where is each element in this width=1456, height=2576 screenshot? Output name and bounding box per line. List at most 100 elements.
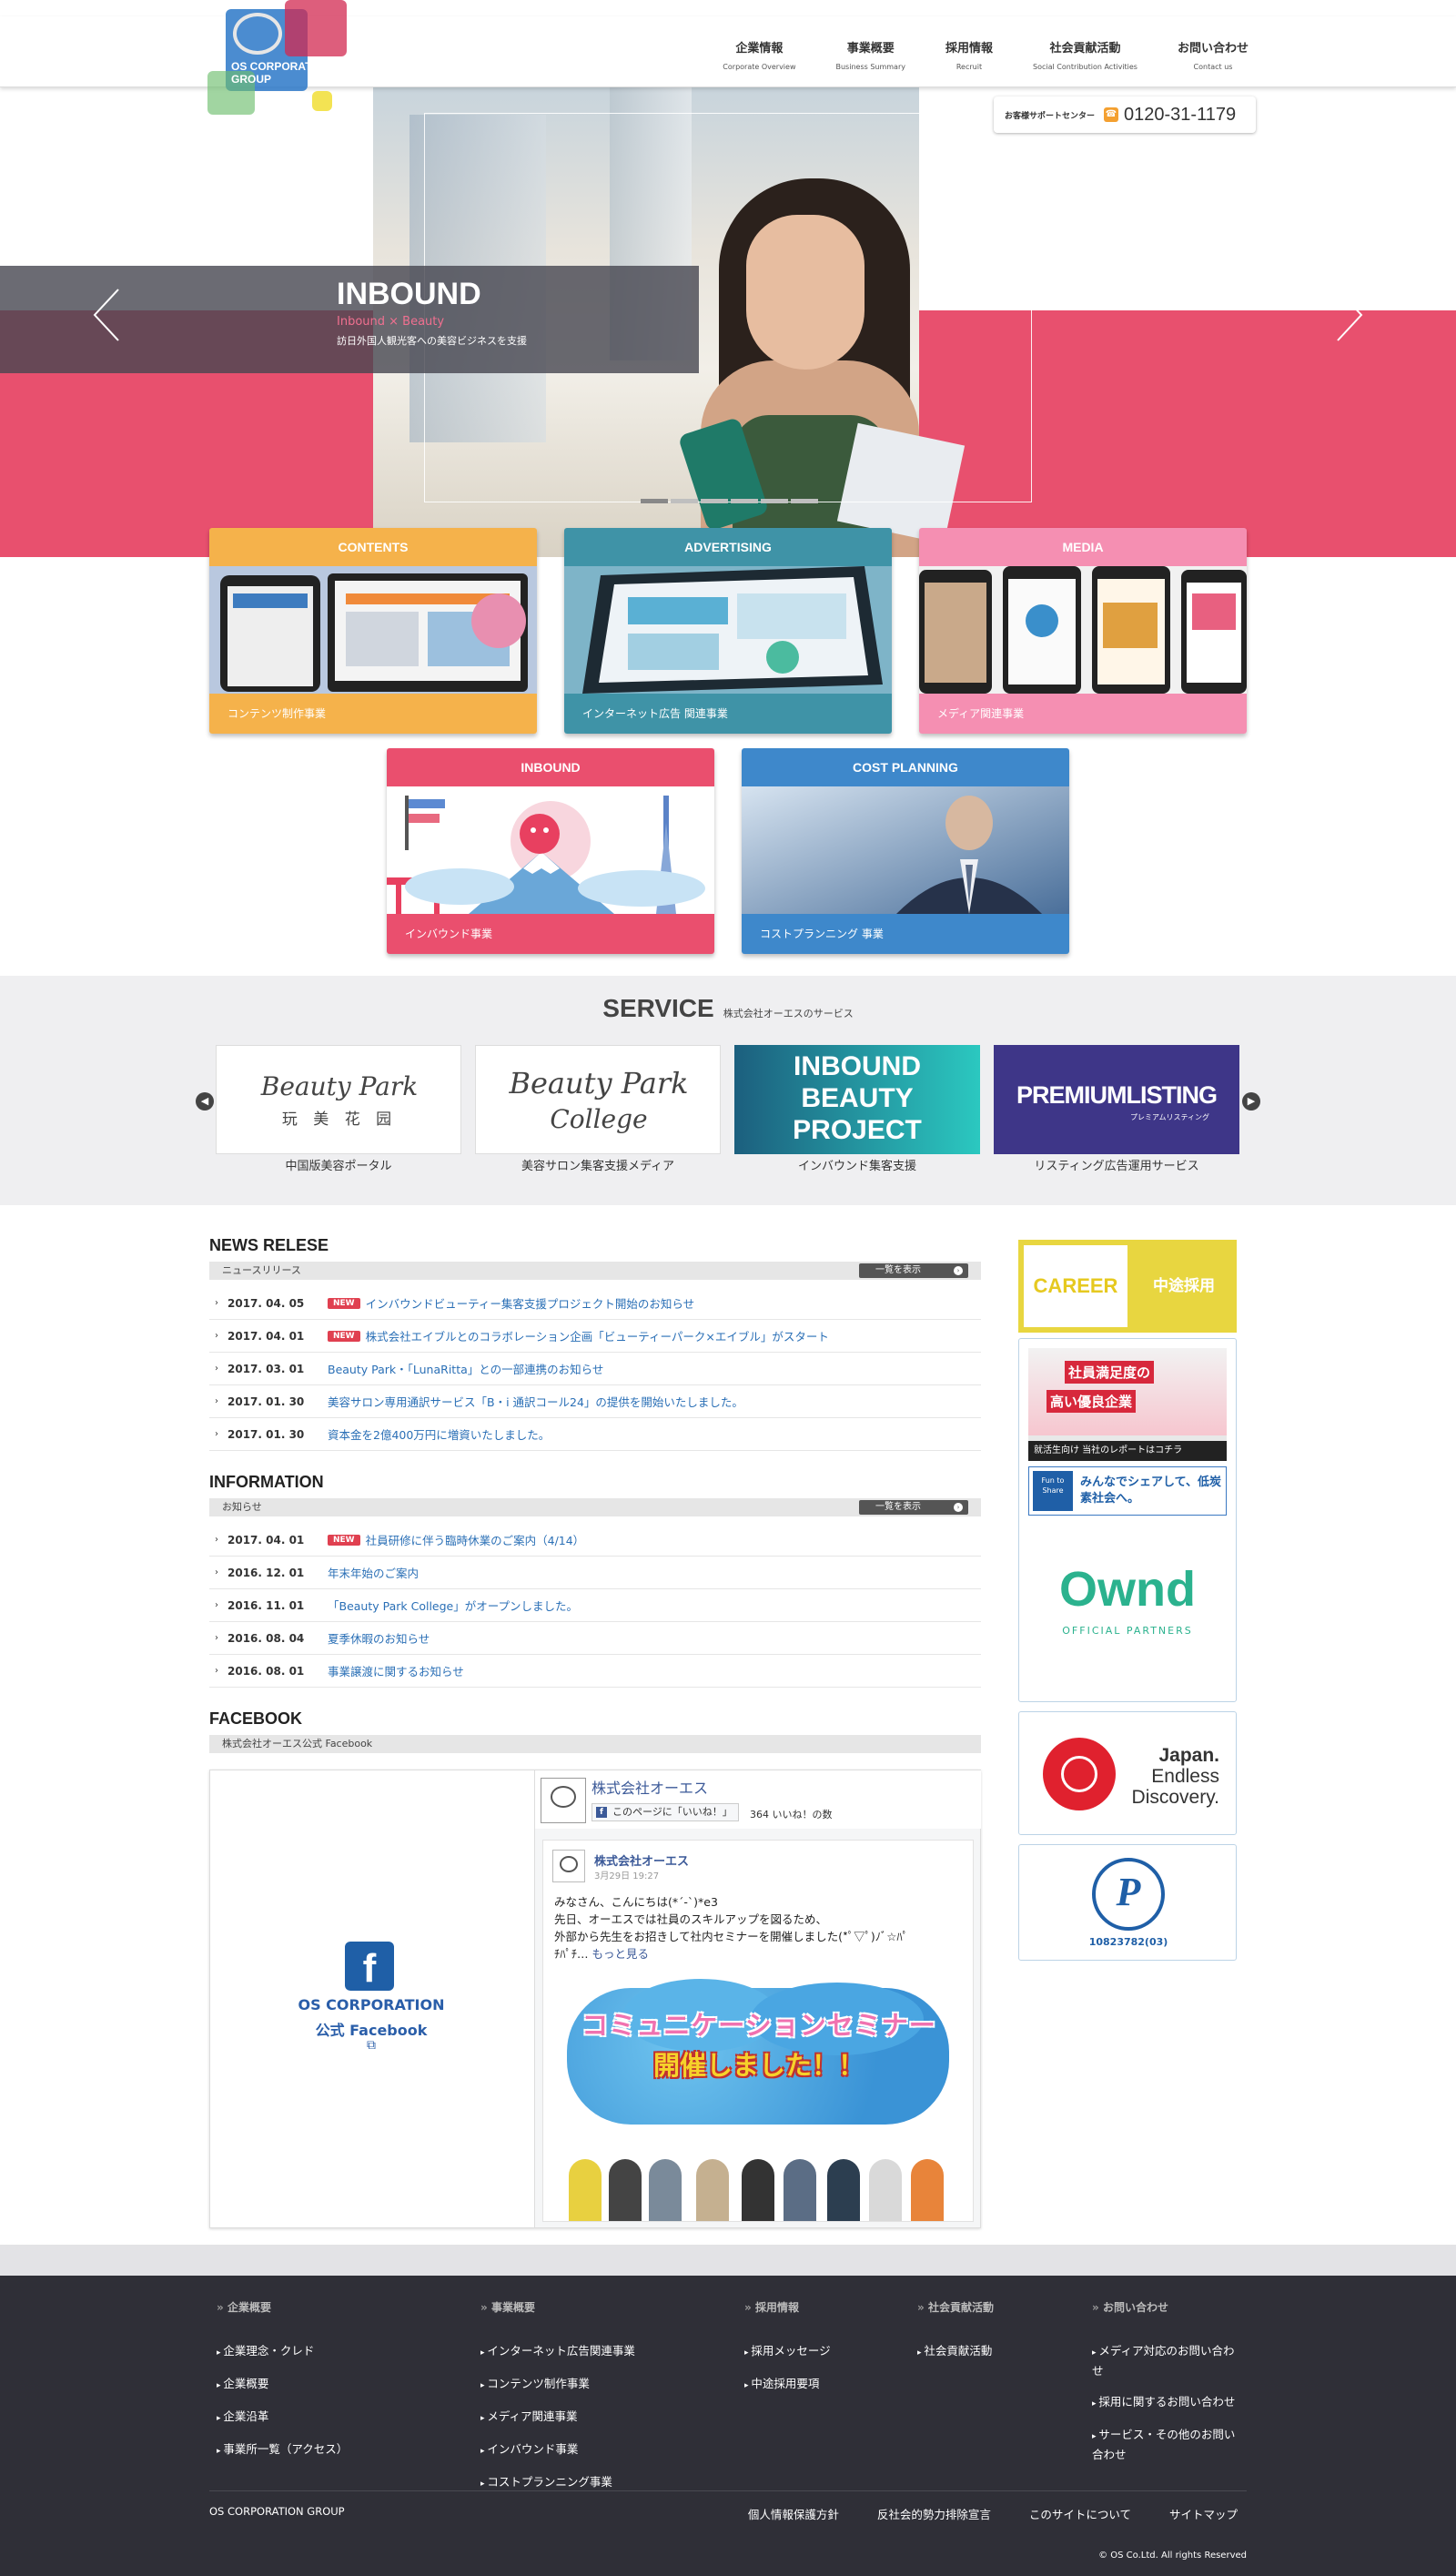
footer-heading[interactable]: 事業概要 (480, 2299, 635, 2315)
service-logo: Beauty Park (509, 1066, 689, 1100)
info-item[interactable]: › 2016. 11. 01 「Beauty Park College」がオープンし… (209, 1589, 981, 1622)
news-title[interactable]: Beauty Park・「LunaRitta」との一部連携のお知らせ (328, 1360, 603, 1377)
company-logo[interactable]: OS CORPORATION GROUP (207, 0, 347, 117)
business-card-inbound[interactable]: INBOUND インバウンド事業 (387, 748, 714, 954)
business-card-media[interactable]: MEDIA メディア関連事業 (919, 528, 1247, 734)
info-title[interactable]: 事業譲渡に関するお知らせ (328, 1662, 464, 1679)
news-item[interactable]: › 2017. 04. 05 NEW インバウンドビューティー集客支援プロジェクト開始… (209, 1287, 981, 1320)
see-more-link[interactable]: もっと見る (592, 1947, 650, 1961)
chevron-right-icon: › (215, 1600, 218, 1610)
footer-link[interactable]: 採用メッセージ (744, 2342, 830, 2362)
facebook-link-panel[interactable]: f OS CORPORATION 公式 Facebook ⧉ (210, 1770, 532, 2227)
news-item[interactable]: › 2017. 03. 01 Beauty Park・「LunaRitta」との一部… (209, 1353, 981, 1385)
service-item-inbound-beauty[interactable]: INBOUND BEAUTY PROJECT (734, 1045, 980, 1154)
service-item-college[interactable]: Beauty Park College (475, 1045, 721, 1154)
career-label-jp: 中途採用 (1153, 1277, 1215, 1295)
slider-prev-icon[interactable] (93, 288, 120, 342)
nav-sublabel: Social Contribution Activities (1033, 63, 1138, 71)
info-item[interactable]: › 2016. 08. 04 夏季休暇のお知らせ (209, 1622, 981, 1655)
logo-ring-icon (233, 13, 282, 55)
footer-bottom-link[interactable]: 個人情報保護方針 (748, 2505, 839, 2522)
info-item[interactable]: › 2016. 12. 01 年末年始のご案内 (209, 1557, 981, 1589)
news-title[interactable]: 美容サロン専用通訳サービス「B・i 通訳コール24」の提供を開始いたしました。 (328, 1393, 743, 1410)
satisfaction-banner[interactable]: 社員満足度の 高い優良企業 就活生向け 当社のレポートはコチラ (1028, 1348, 1227, 1461)
footer-link[interactable]: インターネット広告関連事業 (480, 2342, 635, 2362)
footer-heading[interactable]: お問い合わせ (1092, 2299, 1238, 2315)
footer-heading[interactable]: 社会貢献活動 (917, 2299, 994, 2315)
news-item[interactable]: › 2017. 04. 01 NEW 株式会社エイブルとのコラボレーション企画「ビュー… (209, 1320, 981, 1353)
footer-link[interactable]: 採用に関するお問い合わせ (1092, 2393, 1238, 2413)
service-item-premium-listing[interactable]: PREMIUMLISTING プレミアムリスティング (994, 1045, 1239, 1154)
slider-dot[interactable] (731, 499, 758, 503)
ownd-banner[interactable]: Ownd OFFICIAL PARTNERS (1028, 1525, 1227, 1694)
news-item[interactable]: › 2017. 01. 30 資本金を2億400万円に増資いたしました。 (209, 1418, 981, 1451)
support-center-badge[interactable]: お客様サポートセンター ☎ 0120-31-1179 (994, 96, 1256, 133)
service-prev-icon[interactable]: ◀ (196, 1092, 214, 1111)
info-title[interactable]: 「Beauty Park College」がオープンしました。 (328, 1597, 578, 1614)
footer-link[interactable]: 事業所一覧（アクセス） (217, 2440, 348, 2460)
news-more-button[interactable]: 一覧を表示 › (859, 1263, 968, 1278)
chevron-right-icon: › (215, 1535, 218, 1545)
like-page-button[interactable]: f このページに「いいね！」 (592, 1803, 739, 1821)
slider-dot[interactable] (791, 499, 818, 503)
footer-link[interactable]: 企業沿革 (217, 2408, 348, 2428)
footer-link[interactable]: コンテンツ制作事業 (480, 2375, 635, 2395)
information-more-button[interactable]: 一覧を表示 › (859, 1500, 968, 1515)
footer-link[interactable]: サービス・その他のお問い合わせ (1092, 2426, 1238, 2464)
page-name[interactable]: 株式会社オーエス (592, 1776, 708, 1798)
news-item[interactable]: › 2017. 01. 30 美容サロン専用通訳サービス「B・i 通訳コール24」の… (209, 1385, 981, 1418)
info-item[interactable]: › 2016. 08. 01 事業譲渡に関するお知らせ (209, 1655, 981, 1688)
news-title[interactable]: インバウンドビューティー集客支援プロジェクト開始のお知らせ (366, 1294, 695, 1312)
nav-social[interactable]: 社会貢献活動 Social Contribution Activities (1033, 38, 1138, 71)
nav-contact[interactable]: お問い合わせ Contact us (1178, 38, 1249, 71)
footer-link[interactable]: 中途採用要項 (744, 2375, 831, 2395)
ownd-sub: OFFICIAL PARTNERS (1062, 1625, 1193, 1637)
footer-bottom-link[interactable]: 反社会的勢力排除宣言 (877, 2505, 991, 2522)
person (609, 2159, 642, 2221)
info-item[interactable]: › 2017. 04. 01 NEW 社員研修に伴う臨時休業のご案内（4/14） (209, 1524, 981, 1557)
slider-dot[interactable] (761, 499, 788, 503)
business-card-cost-planning[interactable]: COST PLANNING コストプランニング 事業 (742, 748, 1069, 954)
post-avatar[interactable] (552, 1850, 585, 1882)
japan-banner[interactable]: Japan. Endless Discovery. (1018, 1711, 1237, 1835)
post-author[interactable]: 株式会社オーエス (594, 1851, 689, 1869)
footer-link[interactable]: 企業理念・クレド (217, 2342, 348, 2362)
info-title[interactable]: 夏季休暇のお知らせ (328, 1629, 430, 1647)
nav-corporate[interactable]: 企業情報 Corporate Overview (723, 38, 795, 71)
footer-column: 社会貢献活動 社会貢献活動 (917, 2299, 994, 2375)
nav-business[interactable]: 事業概要 Business Summary (836, 38, 905, 71)
footer-heading[interactable]: 企業概要 (217, 2299, 348, 2315)
footer-link[interactable]: 社会貢献活動 (917, 2342, 994, 2362)
information-subheading: お知らせ (222, 1501, 262, 1513)
info-title[interactable]: 社員研修に伴う臨時休業のご案内（4/14） (366, 1531, 585, 1548)
post-date[interactable]: 3月29日 19:27 (594, 1868, 659, 1881)
news-title[interactable]: 株式会社エイブルとのコラボレーション企画「ビューティーパーク×エイブル」がスター… (366, 1327, 829, 1344)
footer-link[interactable]: メディア対応のお問い合わせ (1092, 2342, 1238, 2380)
slider-dot[interactable] (671, 499, 698, 503)
service-next-icon[interactable]: ▶ (1242, 1092, 1260, 1111)
hero-title: INBOUND (337, 277, 481, 311)
nav-recruit[interactable]: 採用情報 Recruit (945, 38, 993, 71)
service-item-beautypark[interactable]: Beauty Park 玩 美 花 园 (216, 1045, 461, 1154)
business-card-advertising[interactable]: ADVERTISING インターネット広告 関連事業 (564, 528, 892, 734)
career-banner[interactable]: CAREER 中途採用 (1018, 1240, 1237, 1333)
card-caption: コストプランニング 事業 (742, 914, 1069, 954)
footer-link[interactable]: インバウンド事業 (480, 2440, 635, 2460)
footer-link[interactable]: メディア関連事業 (480, 2408, 635, 2428)
business-card-contents[interactable]: CONTENTS コンテンツ制作事業 (209, 528, 537, 734)
footer-link[interactable]: 企業概要 (217, 2375, 348, 2395)
slider-dot[interactable] (701, 499, 728, 503)
card-caption: インターネット広告 関連事業 (564, 694, 892, 734)
slider-dot[interactable] (641, 499, 668, 503)
post-image[interactable]: コミュニケーションセミナー 開催しました！！ (551, 1979, 967, 2221)
slider-next-icon[interactable] (1336, 288, 1363, 342)
privacy-mark-banner[interactable]: P 10823782(03) (1018, 1844, 1237, 1961)
page-avatar[interactable] (541, 1778, 586, 1823)
low-carbon-banner[interactable]: Fun to Share みんなでシェアして、低炭素社会へ。 (1028, 1466, 1227, 1516)
footer-heading[interactable]: 採用情報 (744, 2299, 831, 2315)
footer-bottom-link[interactable]: サイトマップ (1169, 2505, 1238, 2522)
footer-bottom-link[interactable]: このサイトについて (1029, 2505, 1131, 2522)
info-title[interactable]: 年末年始のご案内 (328, 1564, 419, 1581)
career-label-en: CAREER (1024, 1245, 1127, 1327)
news-title[interactable]: 資本金を2億400万円に増資いたしました。 (328, 1425, 550, 1443)
